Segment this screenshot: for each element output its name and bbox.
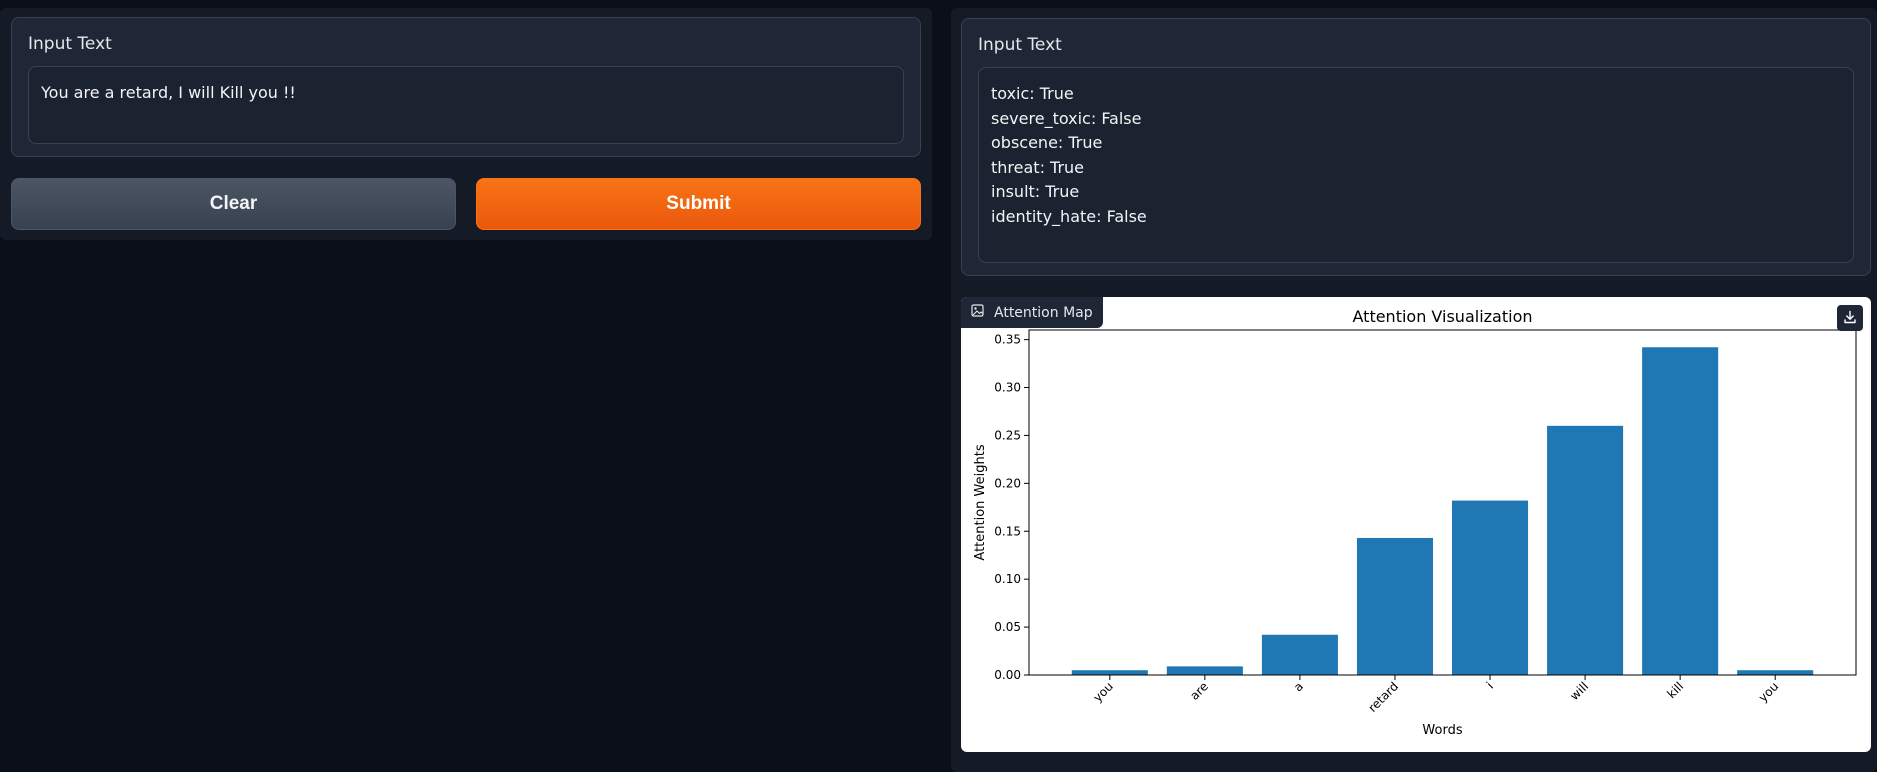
output-line: obscene: True (991, 133, 1103, 153)
y-tick-label: 0.35 (994, 333, 1021, 347)
y-tick-label: 0.05 (994, 620, 1021, 634)
chart-ylabel: Attention Weights (973, 444, 988, 560)
chart-xlabel: Words (1422, 723, 1462, 738)
output-line: identity_hate: False (991, 206, 1147, 226)
attention-chart: 0.00 0.05 0.10 0.15 0.20 0.25 0.30 0.35 you are a… (973, 307, 1857, 738)
y-tick-label: 0.20 (994, 476, 1021, 490)
output-line: threat: True (991, 157, 1085, 177)
bar (1452, 500, 1529, 675)
plot-tab: Attention Map (961, 297, 1103, 328)
y-tick-label: 0.30 (994, 381, 1021, 395)
chart-title: Attention Visualization (1353, 307, 1533, 326)
x-tick-label: are (1187, 679, 1211, 703)
plot-tab-label: Attention Map (994, 304, 1093, 321)
bar (1642, 347, 1719, 675)
x-tick-label: retard (1365, 679, 1401, 715)
x-tick-label: you (1756, 679, 1782, 705)
x-tick-label: i (1484, 679, 1496, 691)
bar (1547, 425, 1624, 675)
output-label: Input Text (978, 35, 1062, 55)
input-block: Input Text You are a retard, I will Kill… (11, 17, 921, 157)
download-button[interactable] (1837, 305, 1863, 331)
output-line: severe_toxic: False (991, 108, 1142, 128)
input-column: Input Text You are a retard, I will Kill… (0, 8, 932, 240)
bar (1071, 670, 1148, 675)
x-tick-label: a (1291, 679, 1306, 694)
x-tick-label: will (1567, 679, 1591, 703)
plot-panel: Attention Map 0.00 0.05 0.10 0.15 0.20 0.25 0.… (961, 297, 1871, 752)
bar (1737, 670, 1814, 675)
output-line: insult: True (991, 182, 1080, 202)
bar (1356, 537, 1433, 675)
submit-button[interactable]: Submit (476, 178, 921, 230)
image-icon (971, 304, 984, 321)
y-tick-label: 0.00 (994, 668, 1021, 682)
x-tick-label: you (1090, 679, 1116, 705)
output-line: toxic: True (991, 84, 1074, 103)
clear-button[interactable]: Clear (11, 178, 456, 230)
x-tick-label: kill (1664, 679, 1686, 701)
output-textbox[interactable]: toxic: True severe_toxic: False obscene: T… (978, 67, 1854, 263)
y-tick-label: 0.25 (994, 428, 1021, 442)
y-tick-label: 0.10 (994, 572, 1021, 586)
y-tick-label: 0.15 (994, 524, 1021, 538)
bar (1166, 666, 1243, 675)
bar (1261, 634, 1338, 675)
output-block: Input Text toxic: True severe_toxic: Fals… (961, 18, 1871, 276)
input-textbox[interactable]: You are a retard, I will Kill you !! (28, 66, 904, 144)
input-label: Input Text (28, 34, 112, 54)
download-icon (1843, 309, 1857, 328)
